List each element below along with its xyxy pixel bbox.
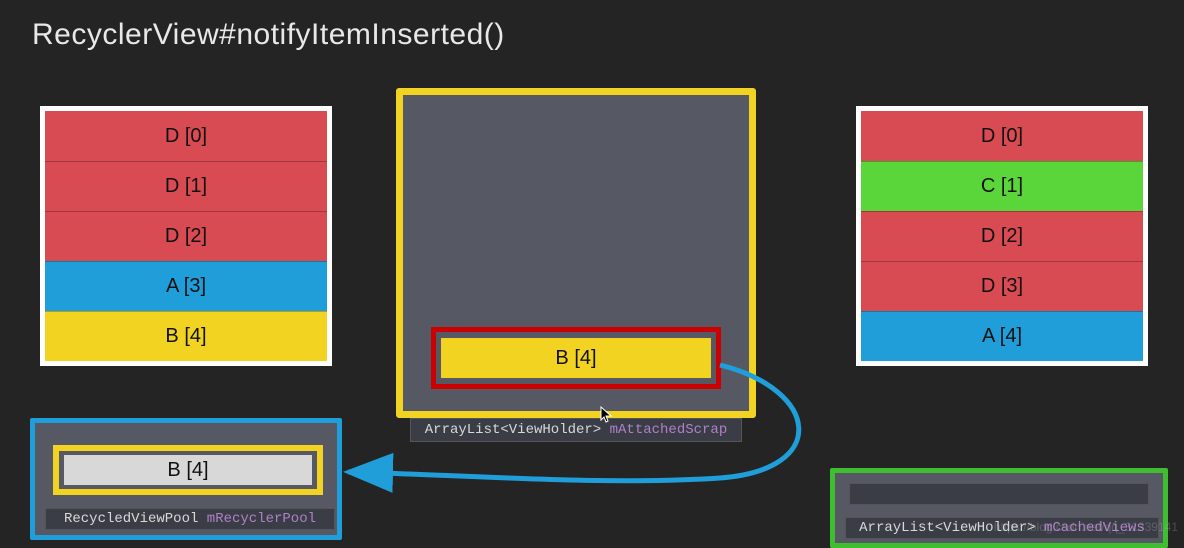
left-list-panel: D [0] D [1] D [2] A [3] B [4]	[40, 106, 332, 366]
list-item: A [4]	[861, 311, 1143, 361]
recycler-pool-box: B [4] RecycledViewPool mRecyclerPool	[30, 418, 342, 540]
attached-scrap-caption: ArrayList<ViewHolder> mAttachedScrap	[410, 418, 742, 442]
scrap-item: B [4]	[441, 338, 711, 378]
scrap-slot: B [4]	[431, 327, 721, 389]
list-item: D [0]	[45, 111, 327, 161]
page-title: RecyclerView#notifyItemInserted()	[32, 18, 505, 52]
caption-var: mAttachedScrap	[610, 422, 728, 438]
attached-scrap-box: B [4]	[396, 88, 756, 418]
list-item: D [1]	[45, 161, 327, 211]
watermark: https://blog.csdn.net/qq_31339141	[994, 520, 1178, 534]
cached-views-box: ArrayList<ViewHolder> mCachedViews	[830, 468, 1168, 548]
right-list-panel: D [0] C [1] D [2] D [3] A [4]	[856, 106, 1148, 366]
recycler-pool-caption: RecycledViewPool mRecyclerPool	[45, 508, 335, 530]
mouse-cursor-icon	[600, 406, 614, 429]
caption-type: ArrayList<ViewHolder>	[425, 422, 601, 438]
caption-type: RecycledViewPool	[64, 511, 198, 527]
list-item: D [2]	[861, 211, 1143, 261]
list-item: D [3]	[861, 261, 1143, 311]
list-item: D [0]	[861, 111, 1143, 161]
list-item: B [4]	[45, 311, 327, 361]
list-item: A [3]	[45, 261, 327, 311]
pool-item: B [4]	[64, 455, 312, 485]
cached-slot	[849, 483, 1149, 505]
pool-slot: B [4]	[53, 445, 323, 495]
caption-var: mRecyclerPool	[207, 511, 316, 527]
list-item: C [1]	[861, 161, 1143, 211]
list-item: D [2]	[45, 211, 327, 261]
